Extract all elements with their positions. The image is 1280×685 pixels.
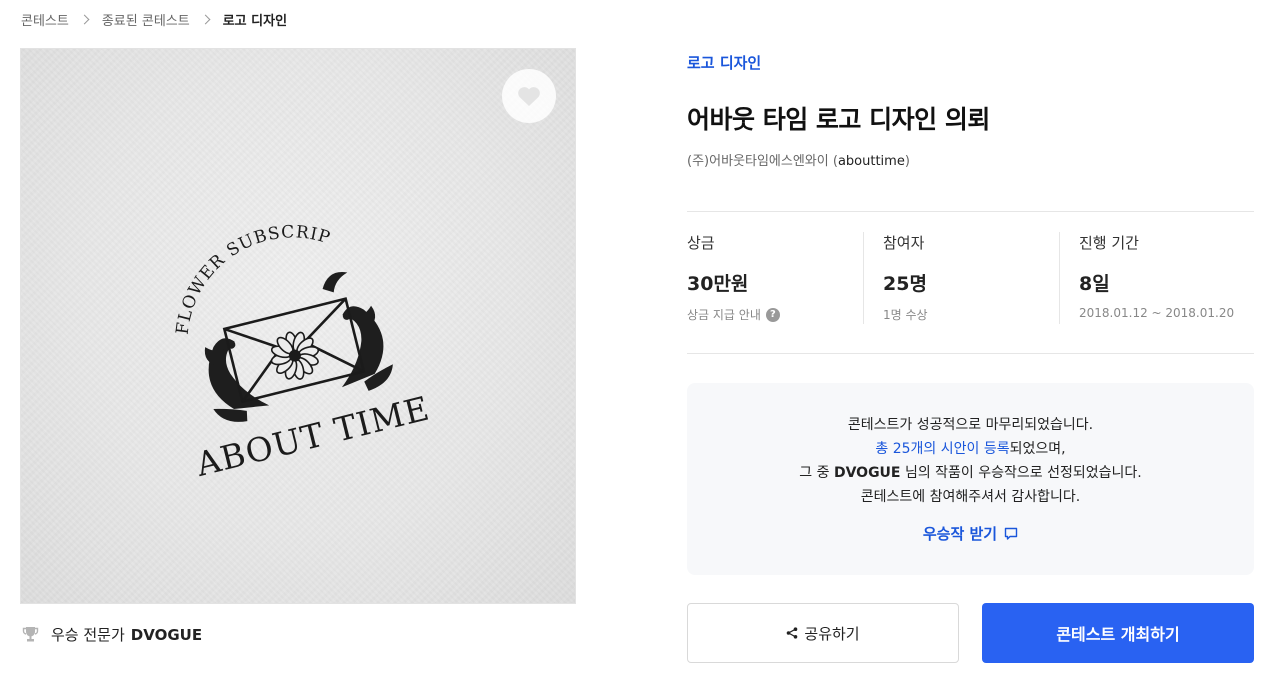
contest-stats: 상금 30만원 상금 지급 안내 ? 참여자 25명 1명 수상 진행 기간 8…: [687, 232, 1254, 324]
winner-info: 우승 전문가 DVOGUE: [22, 624, 202, 645]
stat-label: 참여자: [883, 234, 925, 252]
share-icon: [787, 627, 798, 639]
flower: [270, 331, 320, 380]
notice-winner-name: DVOGUE: [833, 465, 901, 481]
contest-category[interactable]: 로고 디자인: [687, 52, 761, 73]
ornament-left: [204, 338, 270, 422]
stat-prize: 상금 30만원 상금 지급 안내 ?: [687, 232, 883, 324]
stat-participants: 참여자 25명 1명 수상: [863, 232, 1079, 324]
notice-text: 님의 작품이 우승작으로 선정되었습니다.: [900, 465, 1142, 481]
notice-line: 콘테스트에 참여해주셔서 감사합니다.: [860, 489, 1081, 505]
heart-icon: [518, 86, 540, 106]
notice-line: 그 중 DVOGUE 님의 작품이 우승작으로 선정되었습니다.: [687, 461, 1254, 485]
notice-line: 총 25개의 시안이 등록되었으며,: [687, 437, 1254, 461]
submission-count-link[interactable]: 총 25개의 시안이 등록: [875, 441, 1009, 457]
prize-payment-info[interactable]: 상금 지급 안내 ?: [687, 306, 883, 323]
contest-title: 어바웃 타임 로고 디자인 의뢰: [687, 105, 990, 134]
breadcrumb-logo-design: 로고 디자인: [222, 13, 288, 29]
notice-line: 콘테스트가 성공적으로 마무리되었습니다.: [847, 417, 1094, 433]
breadcrumb-ended-contests[interactable]: 종료된 콘테스트: [102, 10, 190, 29]
about-time-logo: FLOWER SUBSCRIPTION ABOUT TIME: [21, 49, 434, 484]
winner-label: 우승 전문가: [51, 626, 125, 644]
host-contest-button[interactable]: 콘테스트 개최하기: [982, 603, 1254, 663]
notice-text: 되었으며,: [1009, 441, 1066, 457]
winning-design-image: FLOWER SUBSCRIPTION ABOUT TIME: [20, 48, 576, 604]
contest-result-notice: 콘테스트가 성공적으로 마무리되었습니다. 총 25개의 시안이 등록되었으며,…: [687, 383, 1254, 575]
host-company: (주)어바웃타임에스엔와이: [687, 154, 829, 169]
divider-bottom: [687, 353, 1254, 354]
stat-sub: 상금 지급 안내: [687, 308, 761, 322]
host-handle-open: (: [828, 154, 838, 169]
breadcrumb: 콘테스트 종료된 콘테스트 로고 디자인: [21, 9, 287, 29]
chat-icon: [1004, 527, 1018, 540]
stat-value: 25명: [883, 273, 927, 295]
receive-label: 우승작 받기: [922, 525, 998, 543]
host-handle: abouttime: [837, 154, 905, 169]
contest-host: (주)어바웃타임에스엔와이 (abouttime): [687, 150, 910, 169]
stat-period: 진행 기간 8일 2018.01.12 ~ 2018.01.20: [1059, 232, 1254, 324]
stat-label: 상금: [687, 234, 715, 252]
stat-sub: 1명 수상: [883, 308, 928, 322]
stat-sub: 2018.01.12 ~ 2018.01.20: [1079, 306, 1235, 320]
stat-value: 8일: [1079, 273, 1110, 295]
chevron-right-icon: [200, 14, 211, 24]
share-button[interactable]: 공유하기: [687, 603, 959, 663]
like-button[interactable]: [502, 69, 556, 123]
chevron-right-icon: [79, 14, 90, 24]
breadcrumb-contest[interactable]: 콘테스트: [21, 10, 69, 29]
receive-winning-design-button[interactable]: 우승작 받기: [923, 523, 1018, 544]
notice-text: 그 중: [799, 465, 834, 481]
ornament-right: [322, 272, 393, 391]
divider-top: [687, 211, 1254, 212]
trophy-icon: [22, 626, 39, 643]
share-label: 공유하기: [804, 624, 860, 643]
stat-value: 30만원: [687, 273, 749, 295]
stat-label: 진행 기간: [1079, 234, 1139, 252]
help-icon[interactable]: ?: [765, 307, 780, 322]
winner-name: DVOGUE: [130, 625, 203, 644]
host-handle-close: ): [904, 154, 910, 169]
